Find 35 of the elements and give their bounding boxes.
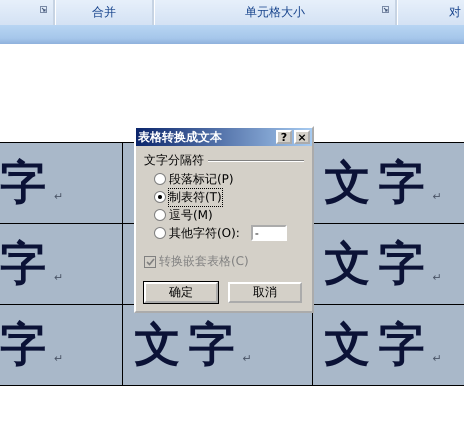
paragraph-mark: ↵ xyxy=(54,271,64,284)
option-label: 制表符(T) xyxy=(169,188,222,206)
paragraph-mark: ↵ xyxy=(242,352,252,365)
option-label: 其他字符(O): xyxy=(169,224,240,242)
checkbox-label: 转换嵌套表格(C) xyxy=(159,253,249,270)
dialog-button[interactable]: 取消 xyxy=(228,282,302,303)
group-label: 单元格大小 xyxy=(245,4,305,21)
paragraph-mark: ↵ xyxy=(432,190,442,203)
paragraph-mark: ↵ xyxy=(432,352,442,365)
cell-text: 文字 xyxy=(134,317,242,371)
cell-text: 文字 xyxy=(324,155,432,209)
dialog-button[interactable]: 确定 xyxy=(144,282,218,303)
close-button[interactable]: × xyxy=(294,130,310,144)
help-button[interactable]: ? xyxy=(276,130,292,144)
dialog-launcher-icon[interactable] xyxy=(382,6,389,13)
option-label: 逗号(M) xyxy=(169,206,213,224)
cell-text: 字 xyxy=(0,155,54,209)
radio-button[interactable] xyxy=(154,173,166,185)
dialog-title: 表格转换成文本 xyxy=(138,128,223,146)
radio-button[interactable] xyxy=(154,191,166,203)
paragraph-mark: ↵ xyxy=(54,190,64,203)
group-label: 对 xyxy=(449,4,461,21)
separator-field[interactable]: - xyxy=(250,225,287,241)
dialog-launcher-icon[interactable] xyxy=(40,6,47,13)
group-label: 合并 xyxy=(92,4,116,21)
cell-text: 字 xyxy=(0,317,54,371)
radio-button[interactable] xyxy=(154,227,166,239)
radio-button[interactable] xyxy=(154,209,166,221)
group-label: 文字分隔符 xyxy=(144,152,204,169)
cell-text: 文字 xyxy=(324,317,432,371)
option-label: 段落标记(P) xyxy=(169,170,234,188)
cell-text: 字 xyxy=(0,236,54,290)
paragraph-mark: ↵ xyxy=(54,352,64,365)
cell-text: 文字 xyxy=(324,236,432,290)
paragraph-mark: ↵ xyxy=(432,271,442,284)
